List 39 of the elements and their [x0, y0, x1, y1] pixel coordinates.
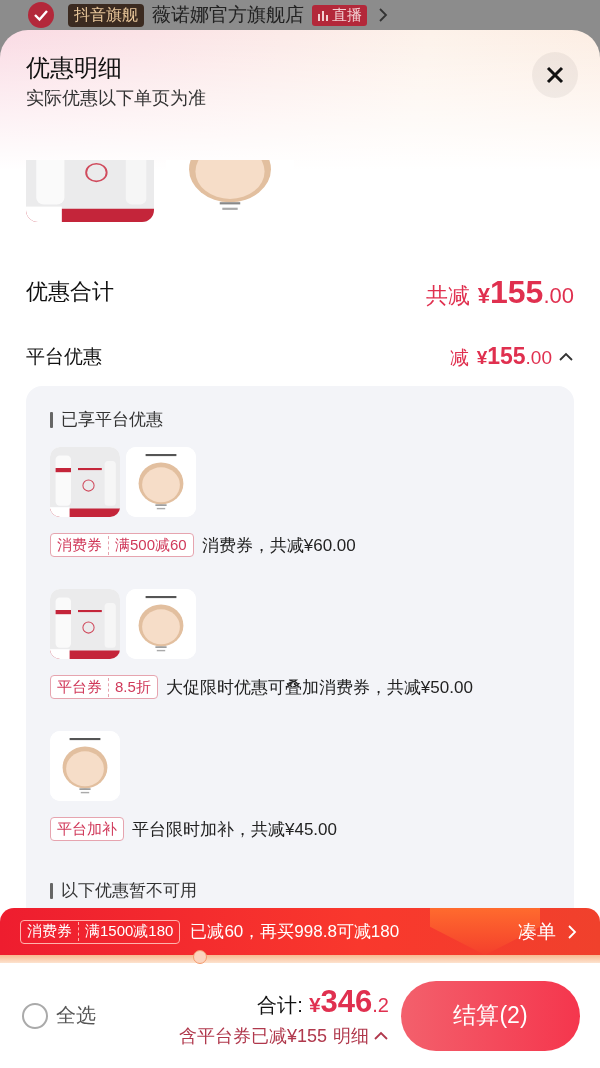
close-button[interactable]	[532, 52, 578, 98]
discount-text: 大促限时优惠可叠加消费券，共减¥50.00	[165, 676, 473, 699]
heading-marker	[50, 882, 53, 899]
section-label: 优惠合计	[26, 278, 114, 306]
store-badge: 抖音旗舰	[68, 3, 144, 27]
close-icon	[545, 65, 565, 85]
section-label: 平台优惠	[26, 345, 102, 369]
sheet-subtitle: 实际优惠以下单页为准	[26, 87, 206, 110]
discount-amount: 共减 ¥155.00	[425, 273, 574, 311]
discount-text: 平台限时加补，共减¥45.00	[132, 818, 337, 841]
tag-condition: 8.5折	[108, 677, 157, 697]
checkbox[interactable]	[28, 2, 54, 28]
product-image	[50, 589, 120, 659]
tag-type: 平台加补	[56, 819, 118, 839]
radio-button[interactable]	[22, 1002, 48, 1029]
store-name[interactable]: 薇诺娜官方旗舰店	[152, 2, 304, 28]
live-bars-icon	[317, 9, 329, 21]
section-heading: 以下优惠暂不可用	[61, 880, 197, 902]
saved-text: 含平台券已减¥155	[178, 1024, 327, 1048]
total-amount: ¥346.2	[308, 983, 389, 1020]
detail-toggle[interactable]: 明细	[333, 1023, 389, 1048]
discount-text: 消费券，共减¥60.00	[201, 534, 356, 557]
tag-condition: 满1500减180	[78, 922, 180, 941]
tag-type: 平台券	[56, 677, 103, 697]
product-image	[50, 447, 120, 517]
select-all-label[interactable]: 全选	[56, 1002, 96, 1029]
progress-knob-icon	[193, 950, 207, 964]
promo-text: 已减60，再买998.8可减180	[190, 921, 400, 943]
tag-type: 消费券	[56, 535, 103, 555]
sheet-title: 优惠明细	[26, 53, 123, 83]
total-label: 合计:	[257, 992, 303, 1018]
add-items-button[interactable]: 凑单	[518, 918, 580, 945]
discount-amount: 减 ¥155.00	[449, 343, 552, 371]
tag-condition: 满500减60	[108, 535, 193, 555]
section-heading: 已享平台优惠	[61, 409, 163, 431]
tag-type: 消费券	[26, 922, 73, 941]
heading-marker	[50, 411, 53, 428]
checkout-button[interactable]: 结算(2)	[401, 980, 580, 1051]
live-link[interactable]: 直播	[312, 4, 367, 26]
